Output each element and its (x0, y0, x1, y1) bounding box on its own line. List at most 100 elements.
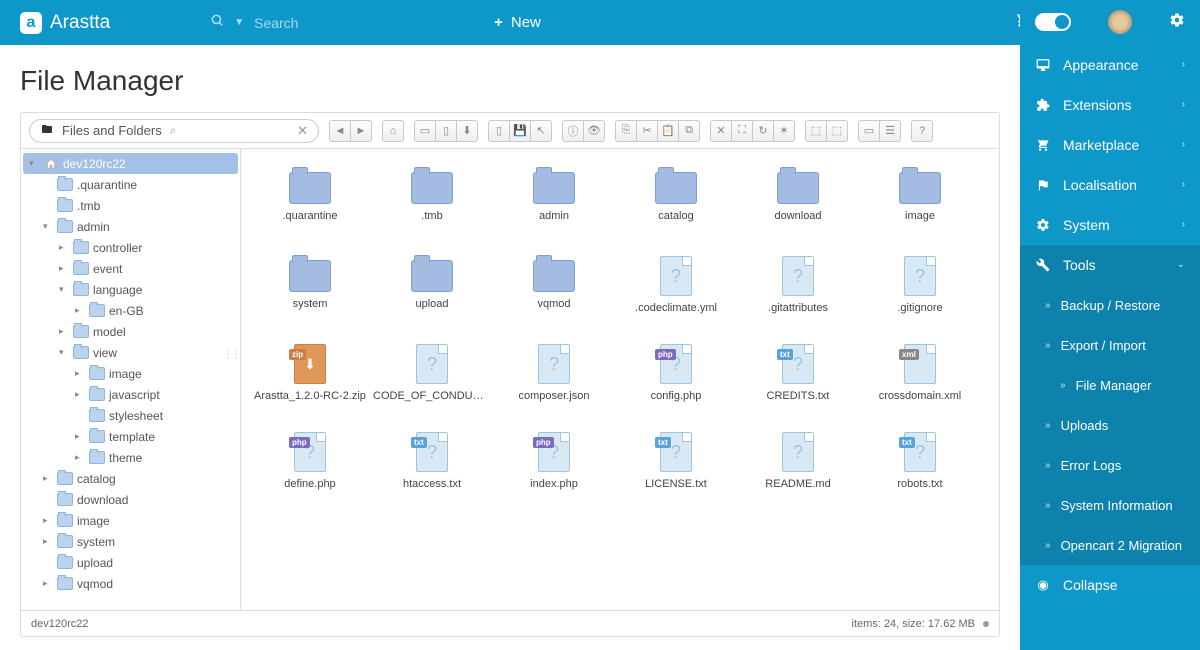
menu-extensions[interactable]: Extensions› (1020, 85, 1200, 125)
tree-item[interactable]: ▸catalog (21, 468, 240, 489)
tree-toggle-icon[interactable]: ▸ (59, 326, 69, 337)
file-item[interactable]: txt?htaccess.txt (371, 428, 493, 508)
delete-button[interactable]: ✕ (710, 120, 732, 142)
tree-toggle-icon[interactable]: ▸ (59, 242, 69, 253)
file-item[interactable]: xmlcrossdomain.xml (859, 340, 981, 420)
file-item[interactable]: ?.gitattributes (737, 252, 859, 332)
submenu-file-manager[interactable]: »File Manager (1020, 365, 1200, 405)
file-item[interactable]: txt?CREDITS.txt (737, 340, 859, 420)
tree-toggle-icon[interactable]: ▾ (59, 347, 69, 358)
submenu-backup-restore[interactable]: »Backup / Restore (1020, 285, 1200, 325)
tree-item[interactable]: stylesheet (21, 405, 240, 426)
submenu-system-information[interactable]: »System Information (1020, 485, 1200, 525)
tree-toggle-icon[interactable]: ▸ (43, 473, 53, 484)
file-item[interactable]: php?define.php (249, 428, 371, 508)
mode-toggle[interactable] (1035, 13, 1071, 31)
tree-toggle-icon[interactable]: ▸ (75, 305, 85, 316)
tree-toggle-icon[interactable]: ▸ (43, 578, 53, 589)
file-item[interactable]: ?composer.json (493, 340, 615, 420)
help-button[interactable]: ? (911, 120, 933, 142)
file-item[interactable]: ?CODE_OF_CONDUCT.md (371, 340, 493, 420)
tree-item[interactable]: .tmb (21, 195, 240, 216)
tree-item[interactable]: ▸javascript (21, 384, 240, 405)
crop-button[interactable]: ✶ (773, 120, 795, 142)
clear-icon[interactable]: ✕ (297, 123, 308, 139)
new-folder-button[interactable]: ▭ (414, 120, 436, 142)
file-item[interactable]: ?README.md (737, 428, 859, 508)
menu-localisation[interactable]: Localisation› (1020, 165, 1200, 205)
tree-item[interactable]: ▸image (21, 363, 240, 384)
file-item[interactable]: txt?LICENSE.txt (615, 428, 737, 508)
home-button[interactable]: ⌂ (382, 120, 404, 142)
tree-drag-handle[interactable]: ⋮⋮ (224, 349, 238, 360)
tree-toggle-icon[interactable]: ▾ (59, 284, 69, 295)
search-icon[interactable] (210, 13, 224, 32)
sort-button[interactable]: ☰ (879, 120, 901, 142)
file-item[interactable]: .tmb (371, 164, 493, 244)
file-item[interactable]: vqmod (493, 252, 615, 332)
extract-button[interactable]: ⬚ (826, 120, 848, 142)
file-item[interactable]: php?config.php (615, 340, 737, 420)
tree-toggle-icon[interactable]: ▸ (75, 389, 85, 400)
submenu-uploads[interactable]: »Uploads (1020, 405, 1200, 445)
file-item[interactable]: ?.codeclimate.yml (615, 252, 737, 332)
select-button[interactable]: ↖ (530, 120, 552, 142)
tree-toggle-icon[interactable]: ▸ (59, 263, 69, 274)
submenu-error-logs[interactable]: »Error Logs (1020, 445, 1200, 485)
breadcrumb-input[interactable]: Files and Folders ⌕ ✕ (29, 119, 319, 143)
download-button[interactable]: 💾 (509, 120, 531, 142)
file-item[interactable]: system (249, 252, 371, 332)
preview-button[interactable]: 👁 (583, 120, 605, 142)
menu-appearance[interactable]: Appearance› (1020, 45, 1200, 85)
tree-toggle-icon[interactable]: ▸ (75, 452, 85, 463)
tree-item[interactable]: download (21, 489, 240, 510)
tree-toggle-icon[interactable]: ▾ (43, 221, 53, 232)
file-item[interactable]: upload (371, 252, 493, 332)
menu-collapse[interactable]: ◉ Collapse (1020, 565, 1200, 605)
duplicate-button[interactable]: ⧉ (678, 120, 700, 142)
file-item[interactable]: txt?robots.txt (859, 428, 981, 508)
nav-forward-button[interactable]: ► (350, 120, 372, 142)
archive-button[interactable]: ⬚ (805, 120, 827, 142)
file-item[interactable]: admin (493, 164, 615, 244)
tree-item[interactable]: ▾language (21, 279, 240, 300)
tree-item[interactable]: ▾admin (21, 216, 240, 237)
tree-toggle-icon[interactable]: ▸ (43, 515, 53, 526)
file-item[interactable]: zip⬇Arastta_1.2.0-RC-2.zip (249, 340, 371, 420)
open-button[interactable]: ▯ (488, 120, 510, 142)
tree-item[interactable]: ▸system (21, 531, 240, 552)
file-item[interactable]: image (859, 164, 981, 244)
paste-button[interactable]: 📋 (657, 120, 679, 142)
file-item[interactable]: ?.gitignore (859, 252, 981, 332)
submenu-export-import[interactable]: »Export / Import (1020, 325, 1200, 365)
tree-toggle-icon[interactable]: ▸ (75, 368, 85, 379)
tree-item[interactable]: .quarantine (21, 174, 240, 195)
new-button[interactable]: + New (494, 14, 541, 31)
tree-item[interactable]: ▸template (21, 426, 240, 447)
menu-tools[interactable]: Tools ⌄ (1020, 245, 1200, 285)
tree-item[interactable]: ▸en-GB (21, 300, 240, 321)
view-button[interactable]: ▭ (858, 120, 880, 142)
tree-item[interactable]: ▾view (21, 342, 240, 363)
submenu-opencart-migration[interactable]: »Opencart 2 Migration (1020, 525, 1200, 565)
nav-back-button[interactable]: ◄ (329, 120, 351, 142)
tree-root[interactable]: ▾ dev120rc22 (23, 153, 238, 174)
tree-item[interactable]: upload (21, 552, 240, 573)
upload-button[interactable]: ⬇ (456, 120, 478, 142)
avatar[interactable] (1108, 10, 1132, 34)
copy-button[interactable]: ⎘ (615, 120, 637, 142)
menu-system[interactable]: System› (1020, 205, 1200, 245)
new-file-button[interactable]: ▯ (435, 120, 457, 142)
tree-item[interactable]: ▸event (21, 258, 240, 279)
menu-marketplace[interactable]: Marketplace› (1020, 125, 1200, 165)
tree-toggle-icon[interactable]: ▸ (75, 431, 85, 442)
info-button[interactable]: ⓘ (562, 120, 584, 142)
resize-button[interactable]: ⛶ (731, 120, 753, 142)
tree-item[interactable]: ▸model (21, 321, 240, 342)
rotate-button[interactable]: ↻ (752, 120, 774, 142)
file-item[interactable]: .quarantine (249, 164, 371, 244)
search-caret-icon[interactable]: ▼ (234, 17, 244, 28)
file-item[interactable]: catalog (615, 164, 737, 244)
tree-item[interactable]: ▸theme (21, 447, 240, 468)
search-input[interactable] (254, 15, 434, 31)
